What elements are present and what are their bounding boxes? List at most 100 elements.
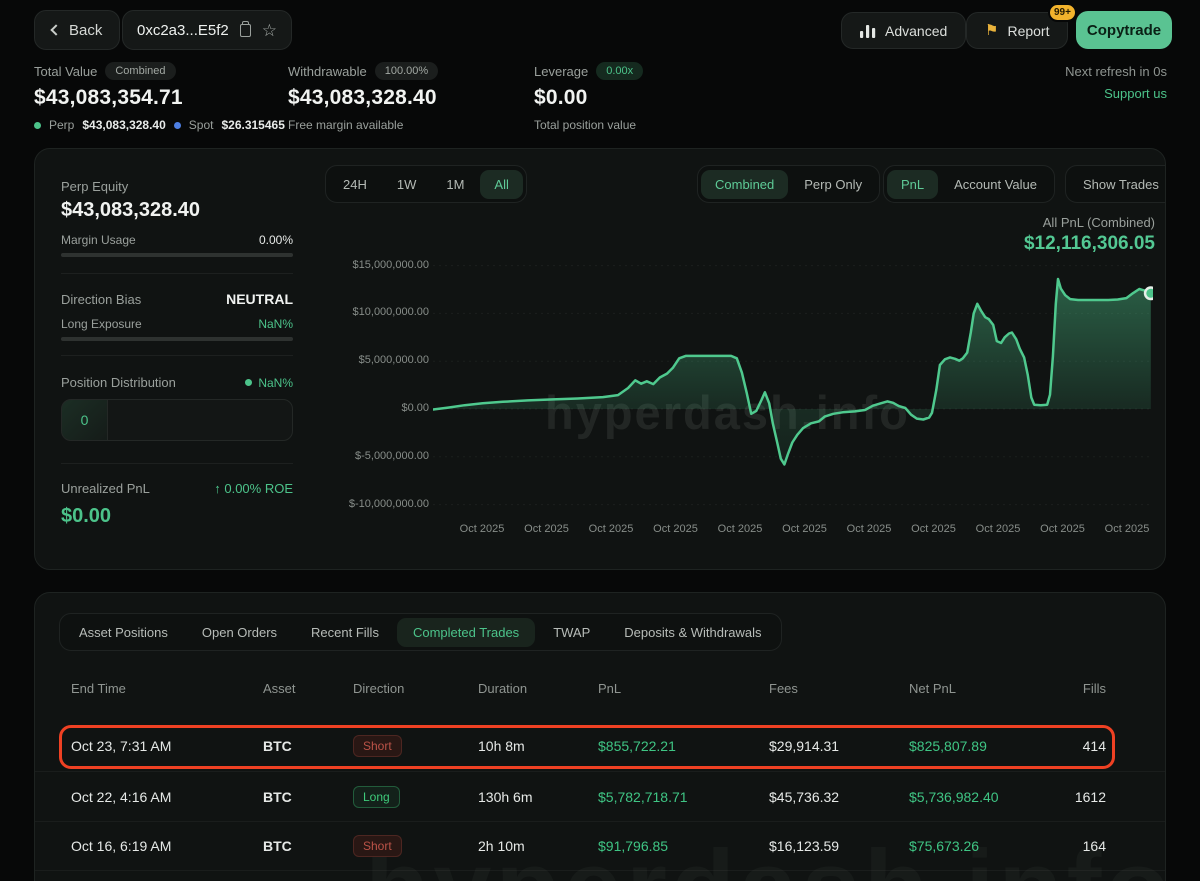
- x-axis-label: Oct 2025: [459, 523, 505, 535]
- star-icon[interactable]: ☆: [262, 22, 277, 39]
- tab-account-value[interactable]: Account Value: [940, 170, 1051, 199]
- trades-panel: hyperdash.info Asset Positions Open Orde…: [34, 592, 1166, 881]
- duration: 130h 6m: [478, 788, 533, 805]
- leverage-amount: $0.00: [534, 86, 588, 109]
- report-count-badge: 99+: [1048, 3, 1077, 22]
- fills-value: 1612: [1074, 788, 1106, 805]
- total-value-label: Total Value: [34, 63, 98, 79]
- x-axis-label: Oct 2025: [1104, 523, 1150, 535]
- withdrawable-label: Withdrawable: [288, 63, 367, 79]
- advanced-button[interactable]: Advanced: [841, 12, 967, 49]
- col-net-pnl: Net PnL: [909, 680, 956, 696]
- pnl-area-fill: [433, 279, 1151, 465]
- fees-value: $29,914.31: [769, 738, 840, 754]
- refresh-countdown: Next refresh in 0s: [1065, 64, 1167, 79]
- back-button[interactable]: Back: [34, 10, 121, 50]
- spot-value: $26.315465: [221, 118, 285, 132]
- net-pnl-value: $5,736,982.40: [909, 788, 999, 805]
- copytrade-button[interactable]: Copytrade: [1076, 11, 1172, 49]
- col-end-time: End Time: [71, 680, 126, 696]
- withdrawable-sub: Free margin available: [288, 118, 404, 132]
- hyperdash-trader-profile: Back 0xc2a3...E5f2 ☆ Advanced ⚑ Report 9…: [0, 0, 1200, 881]
- asset: BTC: [263, 788, 292, 805]
- margin-usage-label: Margin Usage: [61, 233, 136, 247]
- withdrawable-badge: 100.00%: [374, 62, 439, 80]
- trades-table-header: End Time Asset Direction Duration PnL Fe…: [35, 677, 1165, 699]
- leverage-badge: 0.00x: [596, 62, 644, 80]
- tab-open-orders[interactable]: Open Orders: [186, 618, 293, 647]
- copy-icon[interactable]: [239, 20, 251, 37]
- col-direction: Direction: [353, 680, 405, 696]
- col-asset: Asset: [263, 680, 296, 696]
- pnl-chart[interactable]: [433, 251, 1153, 516]
- y-axis-label: $10,000,000.00: [352, 306, 429, 319]
- chevron-left-icon: [50, 24, 62, 36]
- tab-1m[interactable]: 1M: [432, 170, 478, 199]
- pnl-plot: hyperdash.info $15,000,000.00 $10,000,000…: [35, 251, 1165, 551]
- x-axis-label: Oct 2025: [846, 523, 892, 535]
- advanced-label: Advanced: [885, 22, 948, 39]
- duration: 10h 8m: [478, 738, 525, 754]
- tab-all[interactable]: All: [480, 169, 523, 199]
- pnl-summary: All PnL (Combined) $12,116,306.05: [1024, 215, 1155, 255]
- x-axis-label: Oct 2025: [1040, 523, 1085, 535]
- support-us-link[interactable]: Support us: [1104, 86, 1167, 101]
- pnl-value: $91,796.85: [598, 838, 669, 854]
- x-axis-label: Oct 2025: [653, 523, 698, 535]
- pnl-value: $5,782,718.71: [598, 788, 688, 805]
- tab-deposits-withdrawals[interactable]: Deposits & Withdrawals: [608, 618, 777, 647]
- fees-value: $45,736.32: [769, 788, 840, 805]
- pnl-summary-label: All PnL (Combined): [1042, 215, 1155, 230]
- tab-recent-fills[interactable]: Recent Fills: [295, 618, 395, 647]
- perp-value: $43,083,328.40: [82, 118, 166, 132]
- pnl-value: $855,722.21: [598, 738, 676, 754]
- col-fills: Fills: [1082, 680, 1106, 696]
- back-label: Back: [69, 21, 103, 39]
- combined-badge: Combined: [105, 62, 176, 80]
- tab-24h[interactable]: 24H: [329, 170, 381, 199]
- fees-value: $16,123.59: [769, 838, 840, 854]
- y-axis-label: $15,000,000.00: [352, 258, 429, 271]
- perp-equity-label: Perp Equity: [61, 179, 129, 194]
- x-axis-label: Oct 2025: [975, 523, 1021, 535]
- tab-perp-only[interactable]: Perp Only: [790, 170, 876, 199]
- fills-value: 164: [1082, 838, 1106, 854]
- perp-equity-value: $43,083,328.40: [61, 199, 201, 221]
- total-value-stat: Total Value Combined $43,083,354.71 Perp…: [34, 62, 285, 132]
- trade-row-1[interactable]: Oct 23, 7:31 AM BTC Short 10h 8m $855,72…: [35, 721, 1165, 771]
- spot-label: Spot: [188, 118, 214, 132]
- duration: 2h 10m: [478, 838, 525, 854]
- bar-chart-icon: [860, 24, 876, 38]
- withdrawable-amount: $43,083,328.40: [288, 86, 437, 109]
- end-time: Oct 22, 4:16 AM: [71, 788, 172, 805]
- show-trades-button[interactable]: Show Trades: [1069, 170, 1165, 199]
- tab-pnl[interactable]: PnL: [887, 169, 939, 199]
- tab-completed-trades[interactable]: Completed Trades: [396, 617, 536, 647]
- flag-icon: ⚑: [985, 22, 999, 39]
- col-pnl: PnL: [598, 680, 622, 696]
- net-pnl-value: $825,807.89: [909, 738, 987, 754]
- withdrawable-stat: Withdrawable 100.00% $43,083,328.40 Free…: [288, 62, 439, 132]
- report-label: Report: [1007, 22, 1050, 39]
- y-axis-label: $5,000,000.00: [358, 354, 429, 367]
- trade-row-3[interactable]: Oct 16, 6:19 AM BTC Short 2h 10m $91,796…: [35, 821, 1165, 871]
- perp-label: Perp: [49, 118, 75, 132]
- leverage-stat: Leverage 0.00x $0.00 Total position valu…: [534, 62, 644, 132]
- portfolio-panel: Perp Equity $43,083,328.40 Margin Usage …: [34, 148, 1166, 570]
- trade-row-2[interactable]: Oct 22, 4:16 AM BTC Long 130h 6m $5,782,…: [35, 771, 1165, 821]
- margin-usage-value: 0.00%: [258, 233, 293, 247]
- y-axis-label: $0.00: [401, 402, 429, 414]
- tab-asset-positions[interactable]: Asset Positions: [63, 618, 184, 647]
- tab-combined[interactable]: Combined: [701, 169, 789, 199]
- tab-twap[interactable]: TWAP: [537, 618, 606, 647]
- trades-tabs: Asset Positions Open Orders Recent Fills…: [59, 613, 782, 651]
- address-pill[interactable]: 0xc2a3...E5f2 ☆: [122, 10, 292, 50]
- col-duration: Duration: [478, 680, 528, 696]
- tab-1w[interactable]: 1W: [383, 170, 431, 199]
- direction-badge: Long: [353, 785, 400, 808]
- direction-badge: Short: [353, 735, 402, 757]
- y-axis-label: $-10,000,000.00: [348, 497, 429, 510]
- leverage-label: Leverage: [534, 63, 589, 79]
- spot-dot-icon: [173, 121, 181, 129]
- asset: BTC: [263, 838, 292, 854]
